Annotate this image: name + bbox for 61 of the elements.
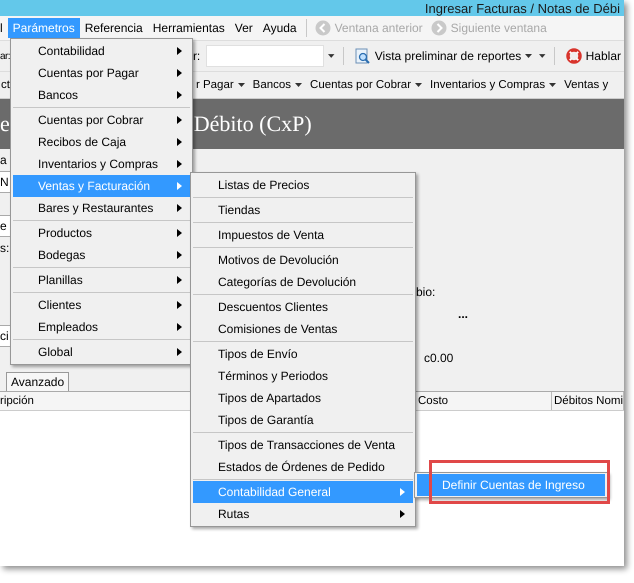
module-menu[interactable]: ct: [0, 79, 11, 91]
caret-icon: [295, 83, 302, 87]
caret-icon: [238, 83, 245, 87]
caret-icon: [415, 83, 422, 87]
menu-item[interactable]: Impuestos de Venta: [193, 224, 413, 246]
menu-item[interactable]: Listas de Precios: [193, 174, 413, 196]
field-label: r:: [192, 49, 200, 63]
menu-bar-item[interactable]: Herramientas: [148, 18, 230, 38]
menu-item[interactable]: Tipos de Envío: [193, 343, 413, 365]
menu-bar-item[interactable]: l: [0, 18, 8, 38]
menu-item[interactable]: Planillas: [13, 269, 190, 291]
module-menu[interactable]: Ventas y: [563, 79, 610, 91]
caret-icon: [525, 54, 532, 58]
magnifier-document-icon: [354, 48, 371, 64]
menu-item[interactable]: Cuentas por Pagar: [13, 62, 190, 84]
page-title: Débito (CxP): [194, 111, 312, 137]
module-menu[interactable]: Cuentas por Cobrar: [309, 79, 424, 91]
menu-item[interactable]: Recibos de Caja: [13, 131, 190, 153]
help-button[interactable]: Hablar: [562, 46, 624, 66]
menu-item[interactable]: Empleados: [13, 316, 190, 338]
module-menu[interactable]: Inventarios y Compras: [429, 79, 558, 91]
menu-item[interactable]: Global: [13, 341, 190, 363]
module-menu[interactable]: r Pagar: [194, 79, 246, 91]
menu-bar-item[interactable]: Referencia: [80, 18, 148, 38]
menu-item[interactable]: Categorías de Devolución: [193, 271, 413, 293]
menu-item[interactable]: Descuentos Clientes: [193, 296, 413, 318]
caret-icon: [549, 83, 556, 87]
menu-item[interactable]: Contabilidad: [13, 40, 190, 62]
field-label: a: [0, 152, 8, 169]
field-label: ar:: [0, 50, 10, 62]
module-menu[interactable]: Bancos: [252, 79, 304, 91]
dropdown-caret-icon: [539, 54, 546, 58]
ellipsis-button[interactable]: ...: [454, 303, 624, 325]
input-field[interactable]: [206, 45, 324, 67]
menu-item[interactable]: Términos y Periodos: [193, 365, 413, 387]
menu-item[interactable]: Estados de Órdenes de Pedido: [193, 456, 413, 478]
menu-item[interactable]: Tipos de Garantía: [193, 409, 413, 431]
field-label: bio:: [416, 284, 436, 301]
menu-item[interactable]: Tipos de Transacciones de Venta: [193, 434, 413, 456]
report-preview-button[interactable]: Vista preliminar de reportes: [352, 46, 536, 66]
menu-item[interactable]: Inventarios y Compras: [13, 153, 190, 175]
field-label: s:: [0, 240, 10, 257]
tab[interactable]: Avanzado: [6, 372, 70, 391]
menu-item[interactable]: Bodegas: [13, 244, 190, 266]
menu-item[interactable]: Tiendas: [193, 199, 413, 221]
menu-bar-item[interactable]: Ayuda: [258, 18, 302, 38]
dropdown-caret-icon: [328, 54, 335, 58]
menu-item[interactable]: Bancos: [13, 84, 190, 106]
menu-item[interactable]: Rutas: [193, 503, 413, 525]
menu-item[interactable]: Productos: [13, 222, 190, 244]
menu-item[interactable]: Cuentas por Cobrar: [13, 109, 190, 131]
menu-item[interactable]: Motivos de Devolución: [193, 249, 413, 271]
window-title: Ingresar Facturas / Notas de Débi: [424, 0, 620, 16]
page-title: e: [0, 111, 10, 137]
field-label: c0.00: [423, 350, 454, 367]
menu-item[interactable]: Clientes: [13, 294, 190, 316]
menu-item[interactable]: Comisiones de Ventas: [193, 318, 413, 340]
lifebuoy-icon: [566, 48, 582, 64]
menu-bar-item[interactable]: Ver: [230, 18, 258, 38]
menu-item[interactable]: Bares y Restaurantes: [13, 197, 190, 219]
column-header: Débitos Nomi: [552, 392, 624, 410]
